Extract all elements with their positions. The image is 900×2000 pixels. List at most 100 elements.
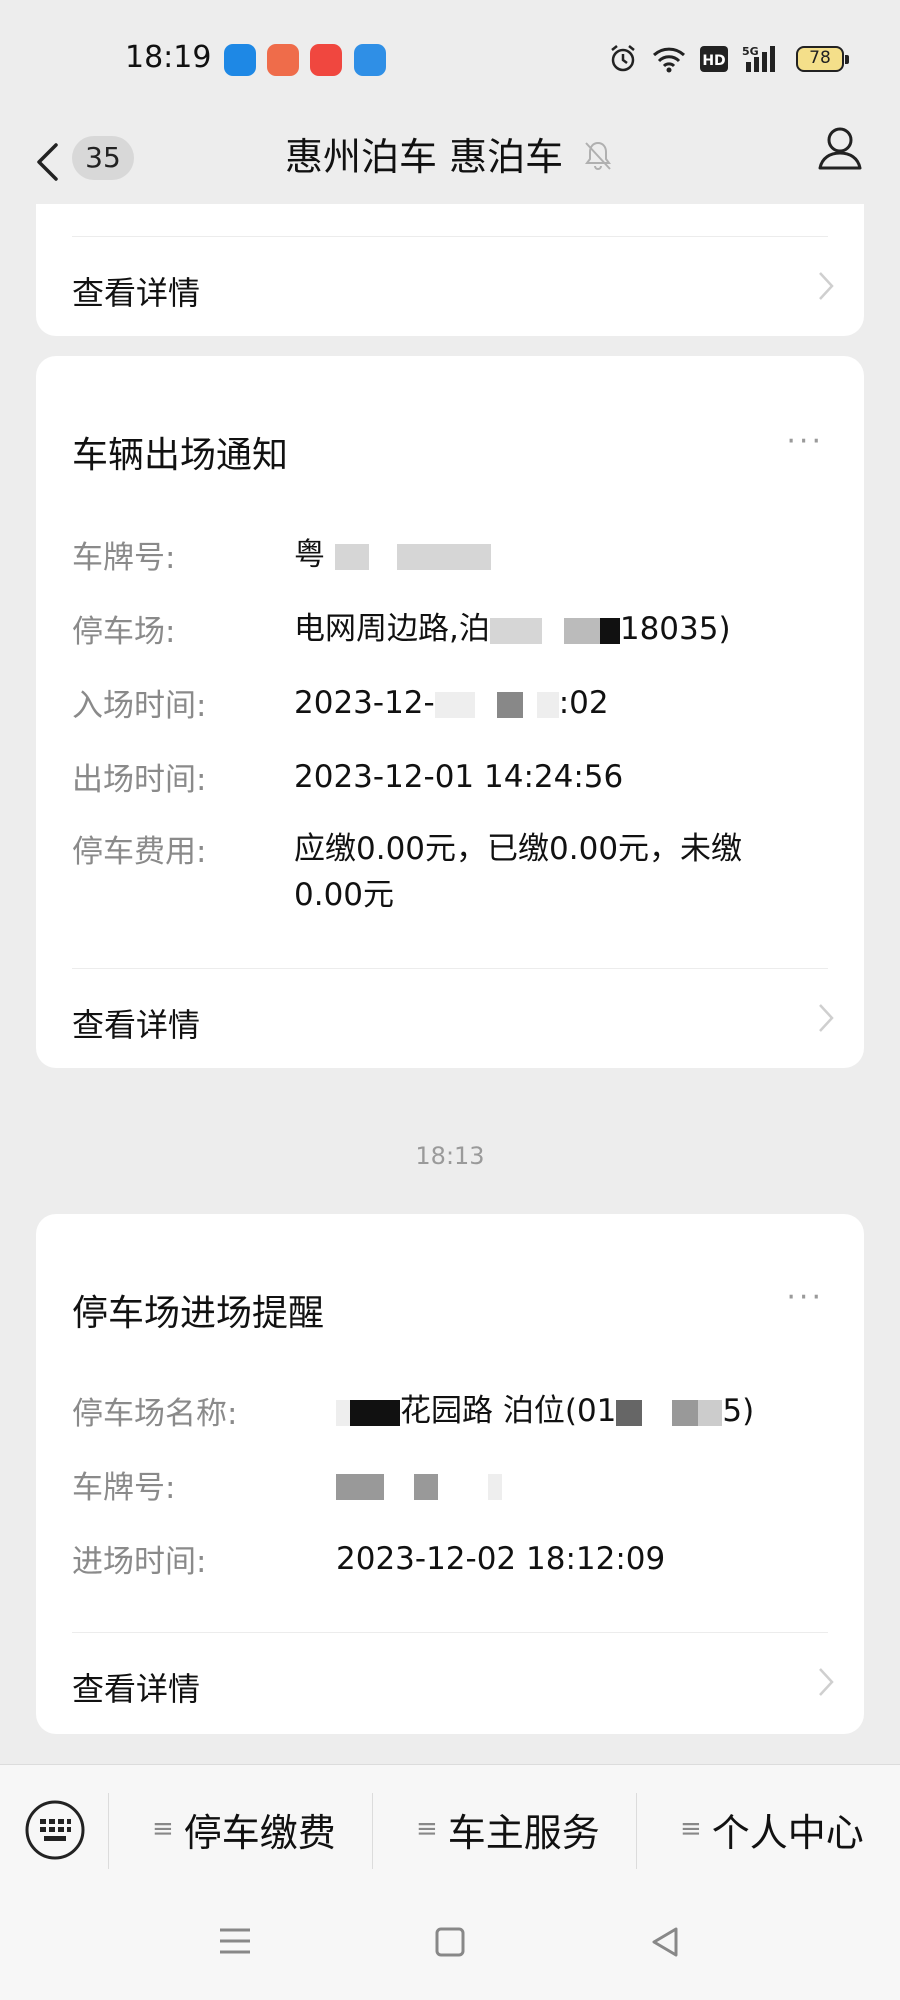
field-parking-lot: 停车场: 电网周边路,泊 18035) (72, 606, 828, 656)
entry-time-value: 2023-12-02 18:12:09 (336, 1541, 666, 1577)
menu-list-icon: ≡ (680, 1814, 702, 1844)
battery-icon: 78 (796, 46, 849, 72)
menu-separator (108, 1793, 109, 1869)
redacted-block (563, 617, 600, 644)
card-divider (72, 968, 828, 969)
field-value: 粤 (294, 532, 491, 578)
field-label: 停车场: (72, 614, 176, 650)
redacted-block (496, 691, 523, 718)
home-nav-icon[interactable] (434, 1926, 466, 1958)
entry-time-value-start: 2023-12- (294, 685, 435, 721)
redacted-block (489, 617, 542, 644)
field-value: 应缴0.00元，已缴0.00元，未缴 0.00元 (294, 826, 742, 918)
field-label: 进场时间: (72, 1544, 207, 1580)
unread-count-badge: 35 (72, 136, 134, 180)
fee-value-line-1: 应缴0.00元，已缴0.00元，未缴 (294, 831, 743, 867)
lot-name-value-start: 花园路 泊位(01 (400, 1393, 617, 1429)
redacted-block (434, 691, 475, 718)
back-button[interactable]: 35 (30, 128, 150, 192)
back-arrow-icon (37, 143, 58, 181)
chevron-right-icon (819, 1668, 834, 1696)
entry-time-value-end: :02 (558, 685, 609, 721)
title-group: 惠州泊车 惠泊车 (285, 126, 613, 181)
status-bar: 18:19 HD 5G 78 (0, 0, 900, 118)
redacted-block (334, 543, 369, 570)
status-time: 18:19 (125, 40, 212, 75)
card-title: 车辆出场通知 (72, 435, 289, 476)
redacted-block (413, 1473, 438, 1500)
field-label: 车牌号: (72, 1470, 176, 1506)
lot-name-value-end: 5) (722, 1393, 755, 1429)
menu-parking-payment[interactable]: ≡ 停车缴费 (152, 1789, 336, 1869)
menu-label: 车主服务 (447, 1810, 600, 1855)
menu-label: 停车缴费 (183, 1810, 336, 1855)
menu-nav-icon[interactable] (218, 1926, 252, 1956)
keyboard-toggle-icon[interactable] (24, 1799, 86, 1861)
redacted-block (336, 1399, 350, 1426)
chevron-right-icon (819, 1004, 834, 1032)
more-options-button[interactable]: ··· (786, 424, 824, 459)
view-details-label: 查看详情 (72, 274, 201, 312)
field-parking-fee: 停车费用: 应缴0.00元，已缴0.00元，未缴 0.00元 (72, 826, 828, 922)
field-label: 入场时间: (72, 688, 207, 724)
field-parking-lot-name: 停车场名称: 花园路 泊位(01 5) (72, 1388, 828, 1438)
redacted-block (599, 617, 620, 644)
exit-time-value: 2023-12-01 14:24:56 (294, 759, 624, 795)
more-options-button[interactable]: ··· (786, 1280, 824, 1315)
view-details-link[interactable]: 查看详情 (72, 248, 834, 328)
redacted-block (487, 1473, 502, 1500)
menu-separator (636, 1793, 637, 1869)
redacted-block (350, 1399, 400, 1426)
field-label: 停车费用: (72, 834, 207, 870)
menu-label: 个人中心 (711, 1810, 864, 1855)
profile-icon[interactable] (816, 124, 864, 172)
parking-lot-value-end: 18035) (619, 611, 731, 647)
redacted-block (536, 691, 559, 718)
card-title: 停车场进场提醒 (72, 1293, 325, 1334)
message-timestamp: 18:13 (415, 1142, 485, 1170)
app-4-icon (354, 44, 386, 76)
card-divider (72, 1632, 828, 1633)
hd-icon: HD (700, 46, 728, 72)
field-label: 车牌号: (72, 540, 176, 576)
mute-bell-icon (585, 141, 612, 170)
menu-owner-service[interactable]: ≡ 车主服务 (416, 1789, 600, 1869)
plate-value: 粤 (294, 537, 325, 573)
svg-text:HD: HD (702, 53, 725, 69)
exit-notice-card: 车辆出场通知 ··· 车牌号: 粤 停车场: 电网周边路,泊 18035) 入场时… (36, 356, 864, 1068)
fee-value-line-2: 0.00元 (294, 877, 395, 913)
field-label: 停车场名称: (72, 1396, 238, 1432)
redacted-block (616, 1399, 643, 1426)
field-plate: 车牌号: (72, 1462, 828, 1512)
parking-lot-value-start: 电网周边路,泊 (294, 611, 490, 647)
app-1-icon (224, 44, 256, 76)
field-exit-time: 出场时间: 2023-12-01 14:24:56 (72, 754, 828, 804)
field-value: 电网周边路,泊 18035) (294, 606, 731, 652)
field-entry-time: 进场时间: 2023-12-02 18:12:09 (72, 1536, 828, 1586)
redacted-block (396, 543, 491, 570)
redacted-block (698, 1399, 723, 1426)
menu-list-icon: ≡ (152, 1814, 174, 1844)
menu-personal-center[interactable]: ≡ 个人中心 (680, 1789, 864, 1869)
card-divider (72, 236, 828, 237)
menu-separator (372, 1793, 373, 1869)
view-details-link[interactable]: 查看详情 (72, 1644, 834, 1724)
chat-header: 35 惠州泊车 惠泊车 (0, 118, 900, 204)
chevron-right-icon (819, 272, 834, 300)
svg-text:5G: 5G (742, 45, 759, 58)
view-details-label: 查看详情 (72, 1006, 201, 1044)
redacted-block (336, 1473, 384, 1500)
field-value: 2023-12- :02 (294, 680, 609, 726)
field-plate: 车牌号: 粤 (72, 532, 828, 582)
page-title: 惠州泊车 惠泊车 (285, 135, 564, 179)
system-navigation-bar (0, 1880, 900, 2000)
entry-reminder-card: 停车场进场提醒 ··· 停车场名称: 花园路 泊位(01 5) 车牌号: 进场时间… (36, 1214, 864, 1734)
wifi-icon (652, 47, 686, 73)
previous-message-card: 查看详情 (36, 204, 864, 336)
back-nav-icon[interactable] (650, 1926, 680, 1958)
alarm-icon (611, 45, 635, 72)
field-value (336, 1462, 502, 1508)
view-details-link[interactable]: 查看详情 (72, 980, 834, 1060)
status-indicators: HD 5G 78 (608, 44, 849, 74)
menu-list-icon: ≡ (416, 1814, 438, 1844)
